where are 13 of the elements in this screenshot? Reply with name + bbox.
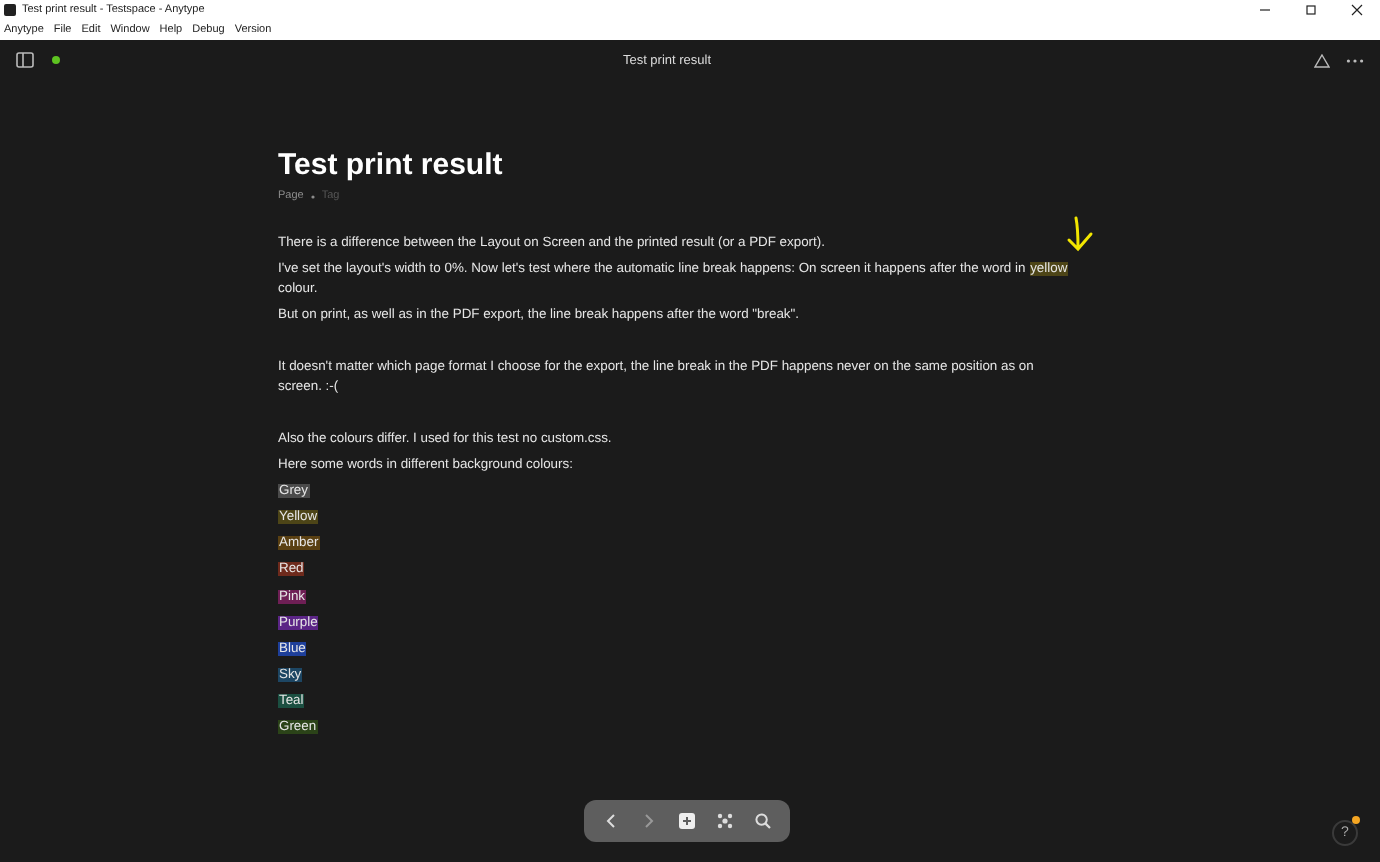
separator-icon: [309, 193, 316, 199]
graph-icon[interactable]: [716, 812, 734, 830]
page-title: Test print result: [278, 148, 505, 184]
status-dot: [52, 56, 60, 64]
notification-dot: [1352, 816, 1360, 824]
warning-icon[interactable]: [1314, 53, 1330, 67]
add-icon[interactable]: [678, 812, 696, 830]
sidebar-icon[interactable]: [16, 52, 34, 68]
back-icon[interactable]: [602, 812, 620, 830]
search-icon[interactable]: [754, 812, 772, 830]
annotation-arrow: [1066, 216, 1094, 252]
more-icon[interactable]: [1346, 57, 1364, 63]
app-icon: [4, 4, 16, 16]
